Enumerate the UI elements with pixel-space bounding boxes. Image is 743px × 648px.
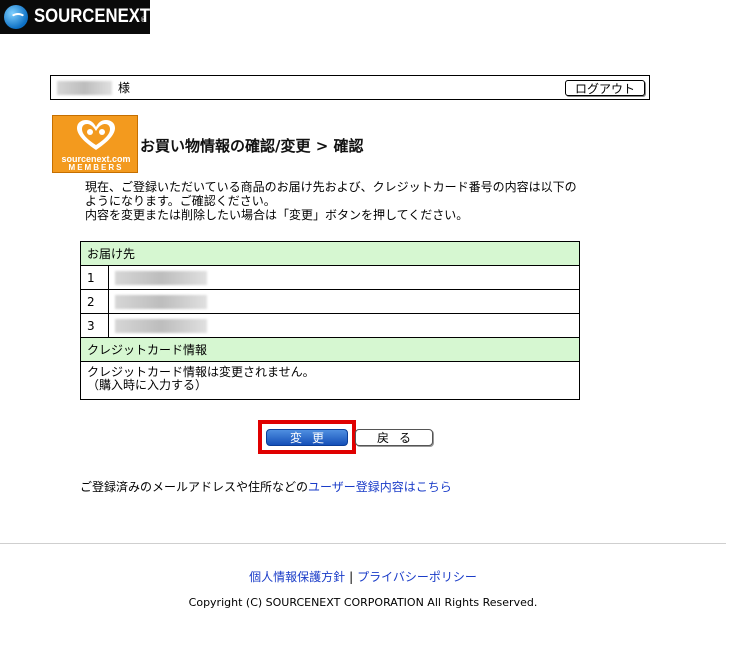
row-number: 1 bbox=[80, 265, 109, 290]
change-button[interactable]: 変更 bbox=[266, 429, 348, 446]
logout-button[interactable]: ログアウト bbox=[565, 80, 645, 96]
sourcenext-globe-icon bbox=[4, 5, 28, 29]
blurred-username bbox=[57, 80, 112, 95]
blurred-address bbox=[115, 318, 207, 333]
footer-separator: | bbox=[349, 570, 354, 584]
sourcenext-logo[interactable]: SOURCENEXT ® bbox=[0, 0, 150, 34]
user-bar: 様 ログアウト bbox=[50, 75, 650, 100]
delivery-header-row: お届け先 bbox=[80, 241, 580, 266]
members-logo-subtext: MEMBERS bbox=[68, 163, 124, 172]
footer-divider bbox=[0, 543, 726, 544]
registration-prefix: ご登録済みのメールアドレスや住所などの bbox=[80, 480, 309, 494]
info-table: お届け先 1 2 3 クレジットカード情報 クレジットカード情報は変更されません… bbox=[80, 241, 580, 400]
card-info-row: クレジットカード情報は変更されません。 （購入時に入力する） bbox=[80, 361, 580, 400]
brand-name: SOURCENEXT bbox=[34, 6, 151, 27]
address-value bbox=[108, 265, 580, 290]
card-header-row: クレジットカード情報 bbox=[80, 337, 580, 362]
registration-link[interactable]: ユーザー登録内容はこちら bbox=[308, 480, 452, 494]
blurred-address bbox=[115, 270, 207, 285]
intro-line-3: 内容を変更または削除したい場合は「変更」ボタンを押してください。 bbox=[85, 208, 469, 222]
table-row: 3 bbox=[80, 313, 580, 338]
honorific: 様 bbox=[118, 81, 131, 95]
page-title: お買い物情報の確認/変更 > 確認 bbox=[140, 137, 364, 155]
table-row: 2 bbox=[80, 289, 580, 314]
intro-text: 現在、ご登録いただいている商品のお届け先および、クレジットカード番号の内容は以下… bbox=[85, 180, 585, 222]
delivery-header: お届け先 bbox=[80, 241, 580, 266]
back-button[interactable]: 戻る bbox=[355, 429, 433, 446]
registration-line: ご登録済みのメールアドレスや住所などのユーザー登録内容はこちら bbox=[80, 478, 452, 495]
blurred-address bbox=[115, 294, 207, 309]
card-header: クレジットカード情報 bbox=[80, 337, 580, 362]
privacy-policy-katakana-link[interactable]: プライバシーポリシー bbox=[357, 570, 477, 584]
card-info: クレジットカード情報は変更されません。 （購入時に入力する） bbox=[80, 361, 580, 400]
members-logo: sourcenext.com MEMBERS bbox=[52, 115, 138, 173]
intro-line-1: 現在、ご登録いただいている商品のお届け先および、クレジットカード番号の内容は以下… bbox=[85, 180, 577, 194]
privacy-policy-link[interactable]: 個人情報保護方針 bbox=[249, 570, 345, 584]
address-value bbox=[108, 289, 580, 314]
row-number: 2 bbox=[80, 289, 109, 314]
card-info-line-2: （購入時に入力する） bbox=[87, 378, 208, 392]
row-number: 3 bbox=[80, 313, 109, 338]
intro-line-2: ようになります。ご確認ください。 bbox=[85, 194, 276, 208]
address-value bbox=[108, 313, 580, 338]
registered-mark: ® bbox=[140, 16, 147, 24]
copyright: Copyright (C) SOURCENEXT CORPORATION All… bbox=[188, 596, 538, 609]
footer-links: 個人情報保護方針 | プライバシーポリシー bbox=[0, 568, 726, 585]
heart-logo-icon bbox=[77, 120, 115, 150]
table-row: 1 bbox=[80, 265, 580, 290]
